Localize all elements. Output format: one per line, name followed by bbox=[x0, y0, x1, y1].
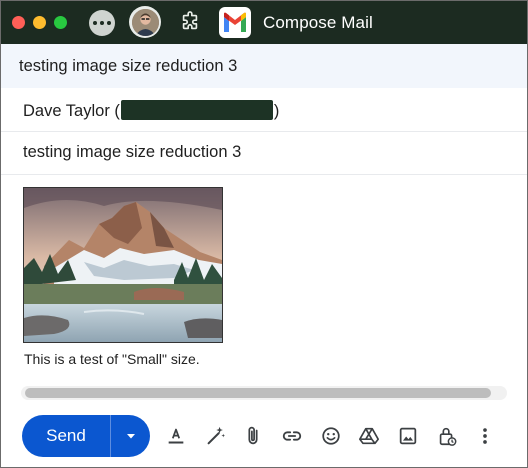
compose-toolbar: Send bbox=[1, 406, 527, 467]
gmail-logo-icon bbox=[219, 7, 251, 38]
dot-icon bbox=[93, 21, 97, 25]
avatar bbox=[131, 8, 159, 36]
compose-window: Compose Mail testing image size reductio… bbox=[0, 0, 528, 468]
mountain-watercolor-image[interactable] bbox=[23, 187, 223, 343]
window-title: Compose Mail bbox=[263, 13, 373, 32]
dot-icon bbox=[100, 21, 104, 25]
confidential-mode-icon[interactable] bbox=[436, 425, 458, 447]
title-bar: Compose Mail bbox=[1, 1, 527, 44]
drive-icon[interactable] bbox=[358, 425, 380, 447]
link-icon[interactable] bbox=[281, 425, 303, 447]
chevron-down-icon bbox=[126, 434, 135, 439]
horizontal-scrollbar-thumb[interactable] bbox=[25, 388, 491, 398]
extensions-puzzle-icon[interactable] bbox=[179, 11, 201, 33]
magic-edit-icon[interactable] bbox=[204, 425, 226, 447]
browser-menu-button[interactable] bbox=[89, 10, 115, 36]
minimize-window-button[interactable] bbox=[33, 16, 46, 29]
close-window-button[interactable] bbox=[12, 16, 25, 29]
compose-header-subject: testing image size reduction 3 bbox=[19, 57, 238, 75]
send-button[interactable]: Send bbox=[22, 415, 110, 457]
subject-field[interactable]: testing image size reduction 3 bbox=[1, 131, 527, 175]
recipient-name-close: ) bbox=[273, 102, 280, 120]
zoom-window-button[interactable] bbox=[54, 16, 67, 29]
more-options-icon[interactable] bbox=[474, 425, 496, 447]
message-text: This is a test of "Small" size. bbox=[24, 351, 200, 367]
attach-icon[interactable] bbox=[242, 425, 264, 447]
redacted-email bbox=[120, 100, 273, 120]
emoji-icon[interactable] bbox=[320, 425, 342, 447]
recipient-chip[interactable]: Dave Taylor () bbox=[23, 100, 279, 121]
send-button-group: Send bbox=[22, 415, 150, 457]
compose-header[interactable]: testing image size reduction 3 bbox=[1, 44, 527, 88]
message-body[interactable]: This is a test of "Small" size. bbox=[1, 175, 527, 383]
insert-photo-icon[interactable] bbox=[397, 425, 419, 447]
dot-icon bbox=[107, 21, 111, 25]
subject-input[interactable]: testing image size reduction 3 bbox=[23, 143, 241, 162]
recipient-name: Dave Taylor ( bbox=[23, 102, 120, 120]
schedule-send-dropdown[interactable] bbox=[111, 415, 150, 457]
text-format-icon[interactable] bbox=[165, 425, 187, 447]
to-field[interactable]: Dave Taylor () bbox=[1, 88, 527, 132]
profile-avatar-button[interactable] bbox=[129, 6, 161, 38]
